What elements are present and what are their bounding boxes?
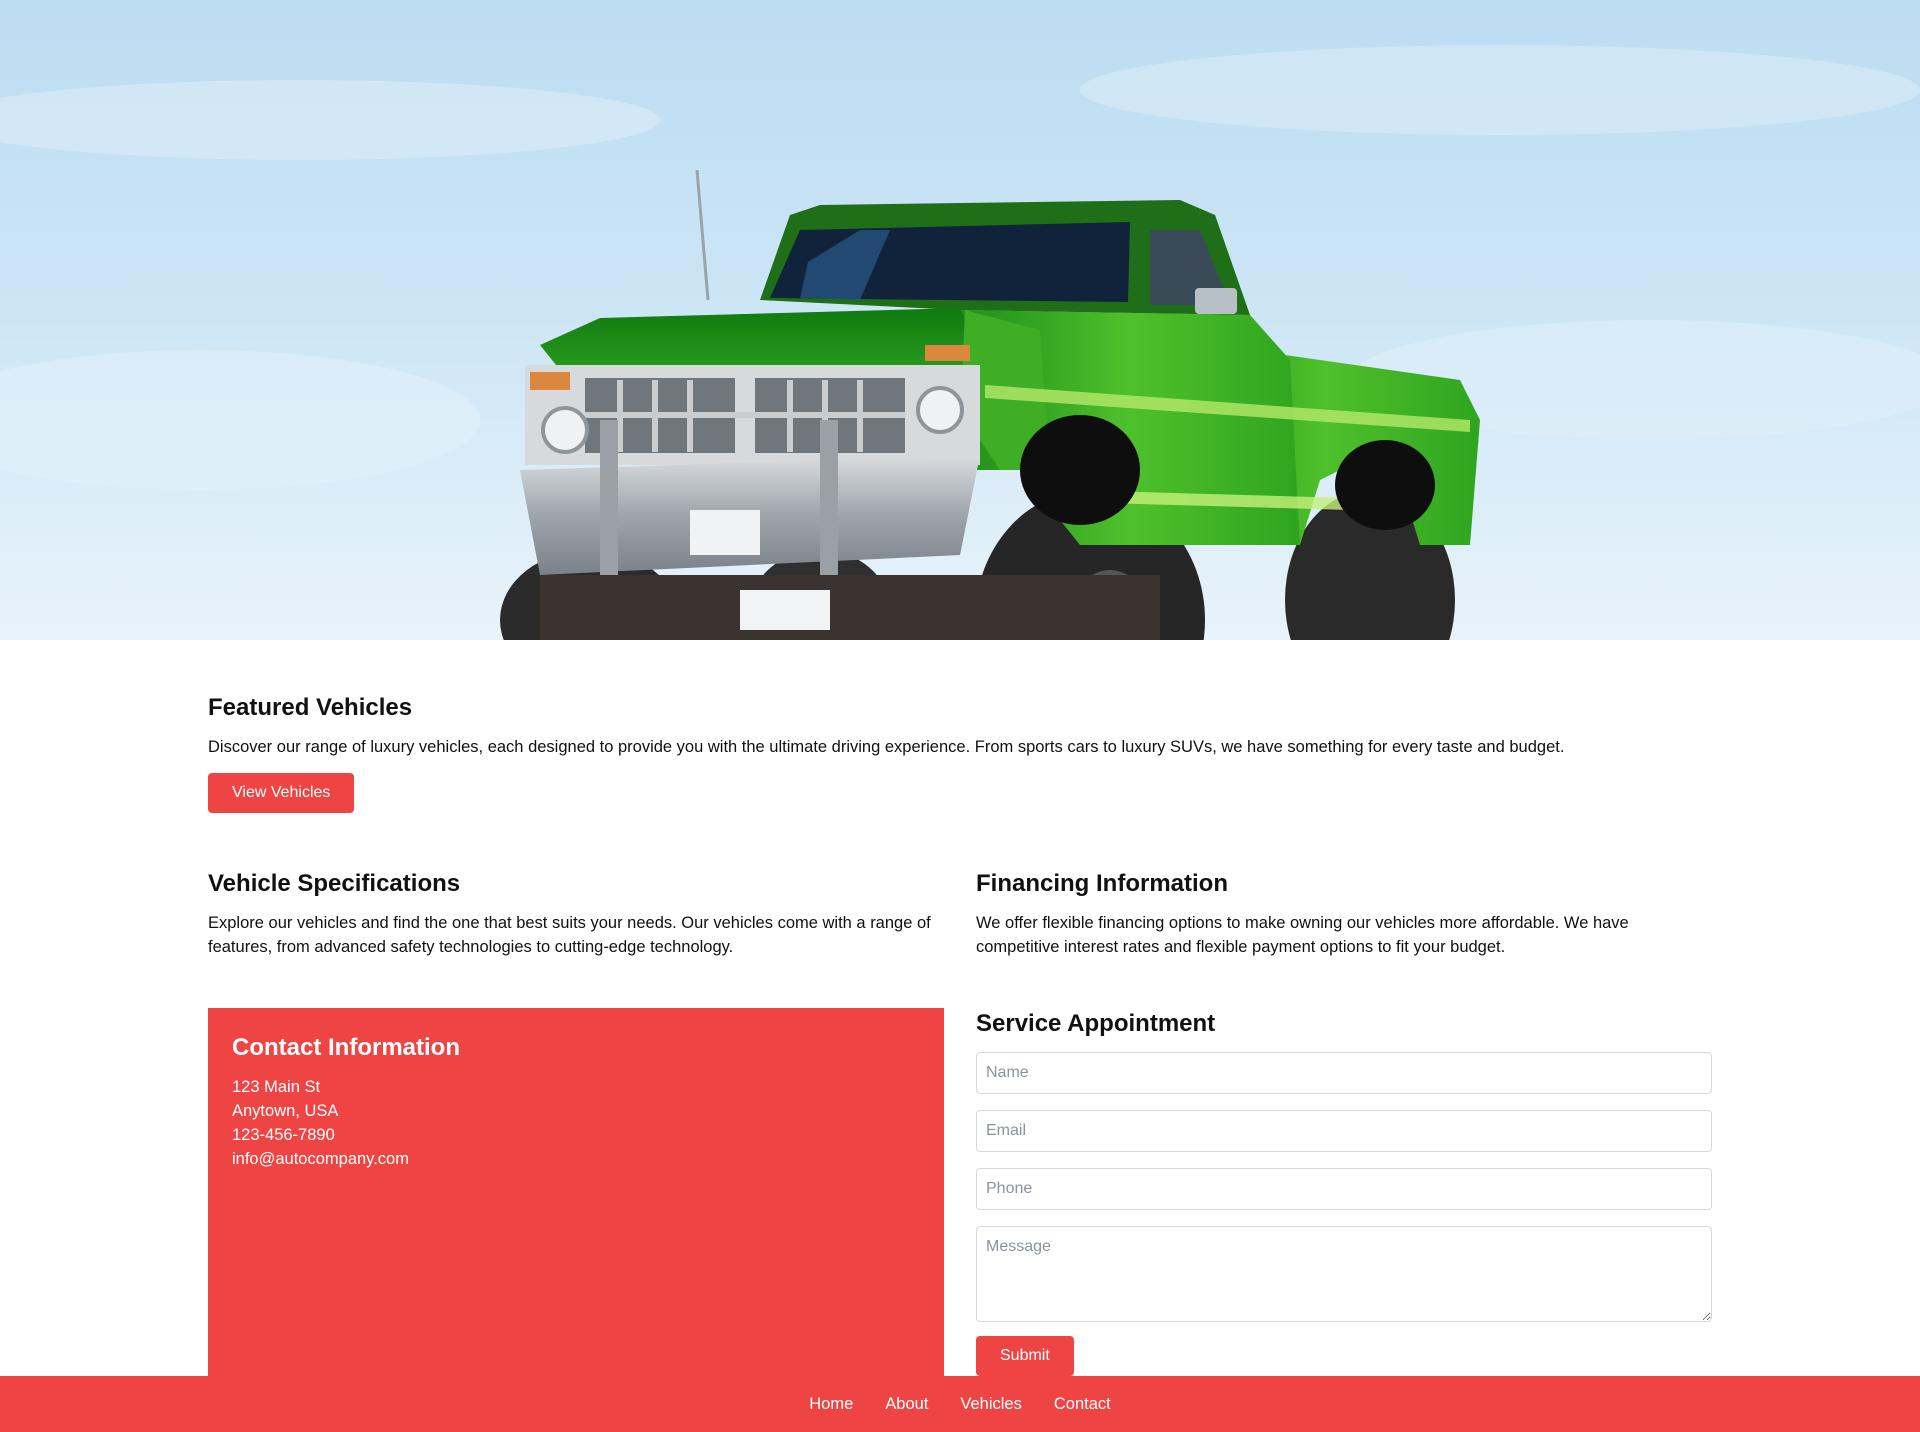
footer-link-vehicles[interactable]: Vehicles	[960, 1392, 1021, 1416]
service-appointment-form: Submit	[976, 1052, 1712, 1376]
view-vehicles-button[interactable]: View Vehicles	[208, 773, 355, 813]
footer-link-home[interactable]: Home	[809, 1392, 853, 1416]
vehicle-specs-section: Vehicle Specifications Explore our vehic…	[208, 868, 944, 959]
contact-address-line1: 123 Main St	[232, 1078, 321, 1096]
phone-field[interactable]	[976, 1168, 1712, 1210]
featured-title: Featured Vehicles	[208, 694, 413, 721]
service-appointment-section: Service Appointment Submit	[976, 1008, 1712, 1432]
hero-image	[0, 0, 1920, 640]
footer-nav: Home About Vehicles Contact	[0, 1376, 1920, 1432]
contact-details: 123 Main St Anytown, USA 123-456-7890 in…	[232, 1075, 920, 1171]
monster-truck-illustration	[0, 0, 1920, 640]
contact-information-box: Contact Information 123 Main St Anytown,…	[208, 1008, 944, 1432]
service-title: Service Appointment	[976, 1010, 1216, 1037]
specs-title: Vehicle Specifications	[208, 870, 461, 897]
page: Featured Vehicles Discover our range of …	[0, 0, 1920, 1432]
featured-vehicles-section: Featured Vehicles Discover our range of …	[208, 692, 1712, 813]
financing-title: Financing Information	[976, 870, 1228, 897]
email-field[interactable]	[976, 1110, 1712, 1152]
specs-description: Explore our vehicles and find the one th…	[208, 914, 931, 956]
contact-email: info@autocompany.com	[232, 1150, 409, 1168]
footer-link-about[interactable]: About	[885, 1392, 928, 1416]
featured-description: Discover our range of luxury vehicles, e…	[208, 738, 1565, 756]
message-field[interactable]	[976, 1226, 1712, 1322]
financing-description: We offer flexible financing options to m…	[976, 914, 1629, 956]
contact-service-row: Contact Information 123 Main St Anytown,…	[208, 1008, 1712, 1432]
name-field[interactable]	[976, 1052, 1712, 1094]
contact-address-line2: Anytown, USA	[232, 1102, 339, 1120]
contact-title: Contact Information	[232, 1034, 460, 1061]
footer-link-contact[interactable]: Contact	[1054, 1392, 1111, 1416]
info-row: Vehicle Specifications Explore our vehic…	[208, 868, 1712, 959]
submit-button[interactable]: Submit	[976, 1336, 1074, 1376]
contact-phone: 123-456-7890	[232, 1126, 335, 1144]
financing-section: Financing Information We offer flexible …	[976, 868, 1712, 959]
